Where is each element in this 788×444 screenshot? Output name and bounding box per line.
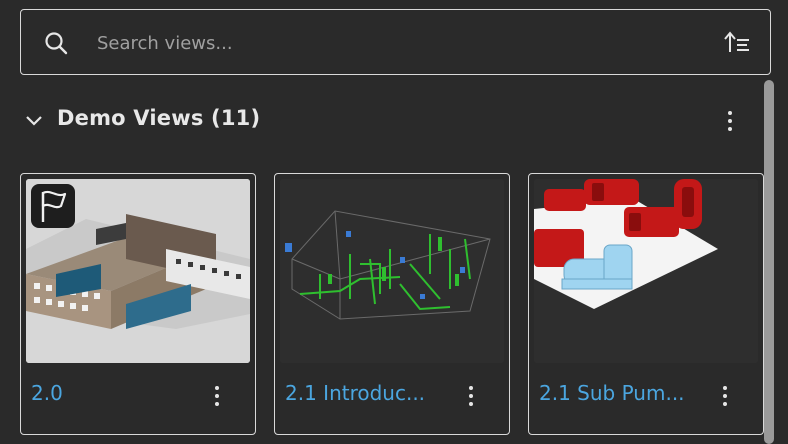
view-label[interactable]: 2.1 Introduc... (285, 381, 445, 405)
sort-icon[interactable] (722, 28, 752, 58)
card-more-icon[interactable] (459, 381, 483, 411)
search-input[interactable] (95, 24, 699, 62)
search-bar (20, 9, 771, 75)
view-thumbnail (280, 179, 504, 363)
search-icon (45, 32, 68, 55)
view-card[interactable]: 2.0 (20, 173, 256, 435)
view-thumbnail (534, 179, 758, 363)
group-header[interactable]: Demo Views (11) (20, 100, 755, 142)
view-label[interactable]: 2.1 Sub Pum... (539, 381, 699, 405)
chevron-down-icon[interactable] (24, 111, 44, 131)
view-label[interactable]: 2.0 (31, 381, 191, 405)
card-more-icon[interactable] (205, 381, 229, 411)
card-more-icon[interactable] (713, 381, 737, 411)
group-title: Demo Views (11) (57, 106, 261, 130)
view-thumbnail (26, 179, 250, 363)
scrollbar[interactable] (764, 80, 774, 444)
view-card[interactable]: 2.1 Sub Pum... (528, 173, 764, 435)
flag-icon (31, 184, 75, 228)
view-card[interactable]: 2.1 Introduc... (274, 173, 510, 435)
group-more-icon[interactable] (718, 106, 742, 136)
